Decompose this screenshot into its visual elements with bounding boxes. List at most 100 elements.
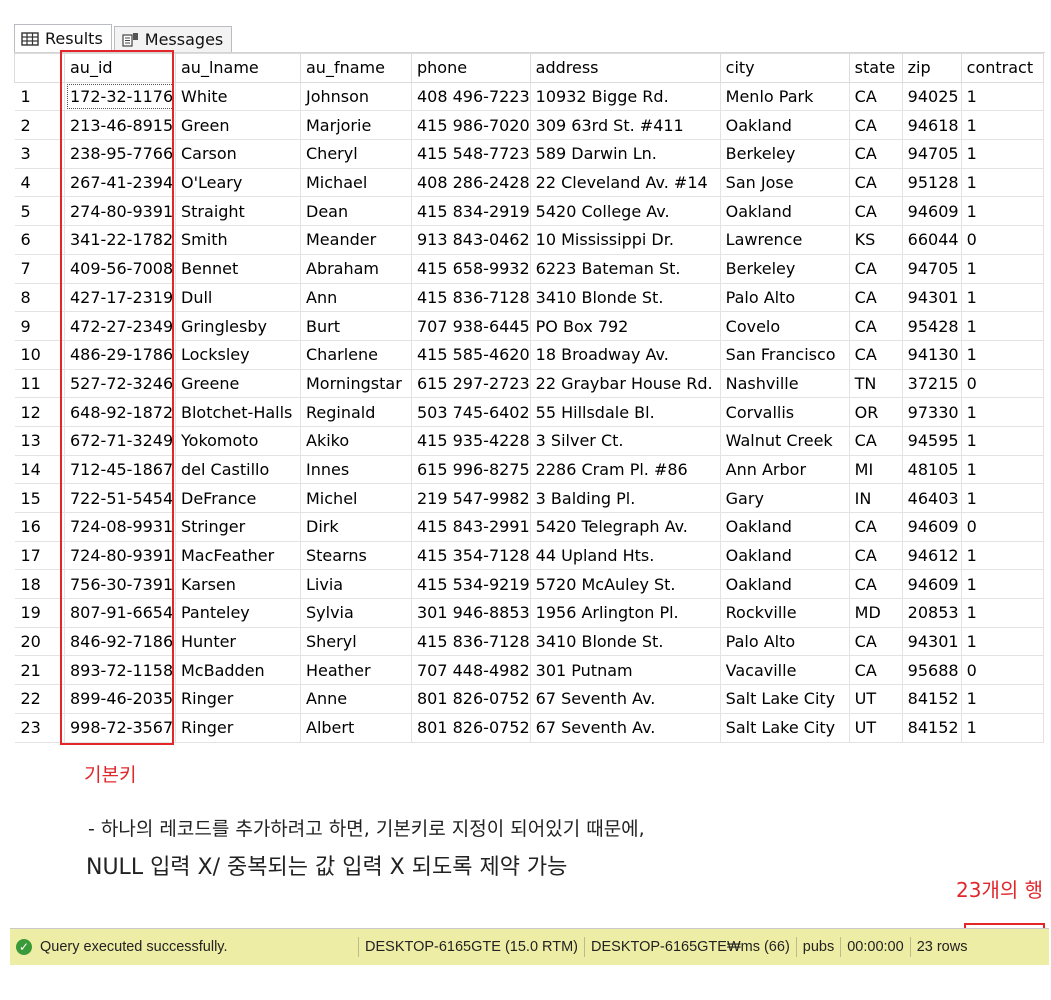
zip-cell[interactable]: 94612 — [901, 540, 962, 571]
au-lname-cell[interactable]: Green — [175, 110, 301, 141]
city-cell[interactable]: Ann Arbor — [719, 454, 850, 485]
address-cell[interactable]: 55 Hillsdale Bl. — [529, 397, 721, 427]
city-cell[interactable]: Lawrence — [719, 225, 850, 255]
contract-cell[interactable]: 0 — [960, 655, 1044, 686]
row-number-cell[interactable]: 1 — [14, 81, 65, 112]
au-fname-cell[interactable]: Cheryl — [300, 139, 412, 169]
address-cell[interactable]: 5420 College Av. — [529, 196, 721, 227]
address-cell[interactable]: 309 63rd St. #411 — [529, 110, 721, 141]
row-number-cell[interactable]: 6 — [14, 225, 65, 255]
contract-cell[interactable]: 1 — [960, 139, 1044, 169]
contract-cell[interactable]: 1 — [960, 684, 1044, 714]
au-lname-cell[interactable]: DeFrance — [175, 483, 301, 513]
city-cell[interactable]: Gary — [719, 483, 850, 513]
au-fname-cell[interactable]: Livia — [300, 569, 412, 600]
au-lname-cell[interactable]: del Castillo — [175, 454, 301, 485]
phone-cell[interactable]: 219 547-9982 — [411, 483, 531, 513]
phone-cell[interactable]: 801 826-0752 — [411, 712, 531, 743]
row-number-cell[interactable]: 3 — [14, 139, 65, 169]
zip-cell[interactable]: 95688 — [901, 655, 962, 686]
au-lname-cell[interactable]: Smith — [175, 225, 301, 255]
au-fname-cell[interactable]: Akiko — [300, 425, 412, 456]
address-cell[interactable]: 67 Seventh Av. — [529, 712, 721, 743]
phone-cell[interactable]: 415 534-9219 — [411, 569, 531, 600]
zip-cell[interactable]: 94025 — [901, 81, 962, 112]
city-cell[interactable]: Rockville — [719, 598, 850, 628]
city-cell[interactable]: Vacaville — [719, 655, 850, 686]
address-cell[interactable]: 2286 Cram Pl. #86 — [529, 454, 721, 485]
contract-cell[interactable]: 1 — [960, 196, 1044, 227]
zip-cell[interactable]: 95428 — [901, 311, 962, 341]
city-cell[interactable]: San Jose — [719, 167, 850, 198]
city-cell[interactable]: San Francisco — [719, 339, 850, 370]
row-number-cell[interactable]: 5 — [14, 196, 65, 227]
phone-cell[interactable]: 415 836-7128 — [411, 626, 531, 657]
city-cell[interactable]: Nashville — [719, 368, 850, 399]
au-fname-cell[interactable]: Abraham — [300, 253, 412, 284]
zip-cell[interactable]: 94609 — [901, 196, 962, 227]
au-fname-cell[interactable]: Sylvia — [300, 598, 412, 628]
state-cell[interactable]: CA — [848, 540, 903, 571]
address-cell[interactable]: 301 Putnam — [529, 655, 721, 686]
city-cell[interactable]: Berkeley — [719, 139, 850, 169]
contract-cell[interactable]: 1 — [960, 425, 1044, 456]
column-header-address[interactable]: address — [529, 53, 721, 83]
contract-cell[interactable]: 1 — [960, 483, 1044, 513]
row-number-cell[interactable]: 16 — [14, 512, 65, 542]
au-fname-cell[interactable]: Michael — [300, 167, 412, 198]
contract-cell[interactable]: 1 — [960, 253, 1044, 284]
row-number-cell[interactable]: 12 — [14, 397, 65, 427]
row-number-header[interactable] — [14, 53, 65, 83]
contract-cell[interactable]: 1 — [960, 454, 1044, 485]
address-cell[interactable]: 10 Mississippi Dr. — [529, 225, 721, 255]
address-cell[interactable]: 44 Upland Hts. — [529, 540, 721, 571]
phone-cell[interactable]: 415 986-7020 — [411, 110, 531, 141]
city-cell[interactable]: Berkeley — [719, 253, 850, 284]
au-lname-cell[interactable]: Locksley — [175, 339, 301, 370]
state-cell[interactable]: CA — [848, 626, 903, 657]
contract-cell[interactable]: 0 — [960, 225, 1044, 255]
au-fname-cell[interactable]: Stearns — [300, 540, 412, 571]
phone-cell[interactable]: 415 585-4620 — [411, 339, 531, 370]
zip-cell[interactable]: 84152 — [901, 712, 962, 743]
au-fname-cell[interactable]: Johnson — [300, 81, 412, 112]
row-number-cell[interactable]: 8 — [14, 282, 65, 313]
address-cell[interactable]: 3 Balding Pl. — [529, 483, 721, 513]
address-cell[interactable]: 1956 Arlington Pl. — [529, 598, 721, 628]
au-fname-cell[interactable]: Marjorie — [300, 110, 412, 141]
state-cell[interactable]: CA — [848, 167, 903, 198]
state-cell[interactable]: CA — [848, 311, 903, 341]
zip-cell[interactable]: 94130 — [901, 339, 962, 370]
au-fname-cell[interactable]: Anne — [300, 684, 412, 714]
tab-results[interactable]: Results — [14, 24, 112, 52]
column-header-zip[interactable]: zip — [901, 53, 962, 83]
zip-cell[interactable]: 94705 — [901, 253, 962, 284]
row-number-cell[interactable]: 14 — [14, 454, 65, 485]
zip-cell[interactable]: 94618 — [901, 110, 962, 141]
city-cell[interactable]: Corvallis — [719, 397, 850, 427]
contract-cell[interactable]: 1 — [960, 81, 1044, 112]
state-cell[interactable]: OR — [848, 397, 903, 427]
au-lname-cell[interactable]: Ringer — [175, 684, 301, 714]
au-fname-cell[interactable]: Reginald — [300, 397, 412, 427]
row-number-cell[interactable]: 9 — [14, 311, 65, 341]
city-cell[interactable]: Salt Lake City — [719, 712, 850, 743]
au-lname-cell[interactable]: Ringer — [175, 712, 301, 743]
city-cell[interactable]: Salt Lake City — [719, 684, 850, 714]
row-number-cell[interactable]: 15 — [14, 483, 65, 513]
zip-cell[interactable]: 95128 — [901, 167, 962, 198]
phone-cell[interactable]: 503 745-6402 — [411, 397, 531, 427]
address-cell[interactable]: PO Box 792 — [529, 311, 721, 341]
contract-cell[interactable]: 1 — [960, 282, 1044, 313]
column-header-city[interactable]: city — [719, 53, 850, 83]
column-header-au-lname[interactable]: au_lname — [175, 53, 301, 83]
au-fname-cell[interactable]: Innes — [300, 454, 412, 485]
city-cell[interactable]: Oakland — [719, 569, 850, 600]
au-lname-cell[interactable]: Dull — [175, 282, 301, 313]
state-cell[interactable]: MI — [848, 454, 903, 485]
row-number-cell[interactable]: 20 — [14, 626, 65, 657]
zip-cell[interactable]: 94705 — [901, 139, 962, 169]
phone-cell[interactable]: 415 658-9932 — [411, 253, 531, 284]
phone-cell[interactable]: 415 548-7723 — [411, 139, 531, 169]
au-lname-cell[interactable]: Carson — [175, 139, 301, 169]
